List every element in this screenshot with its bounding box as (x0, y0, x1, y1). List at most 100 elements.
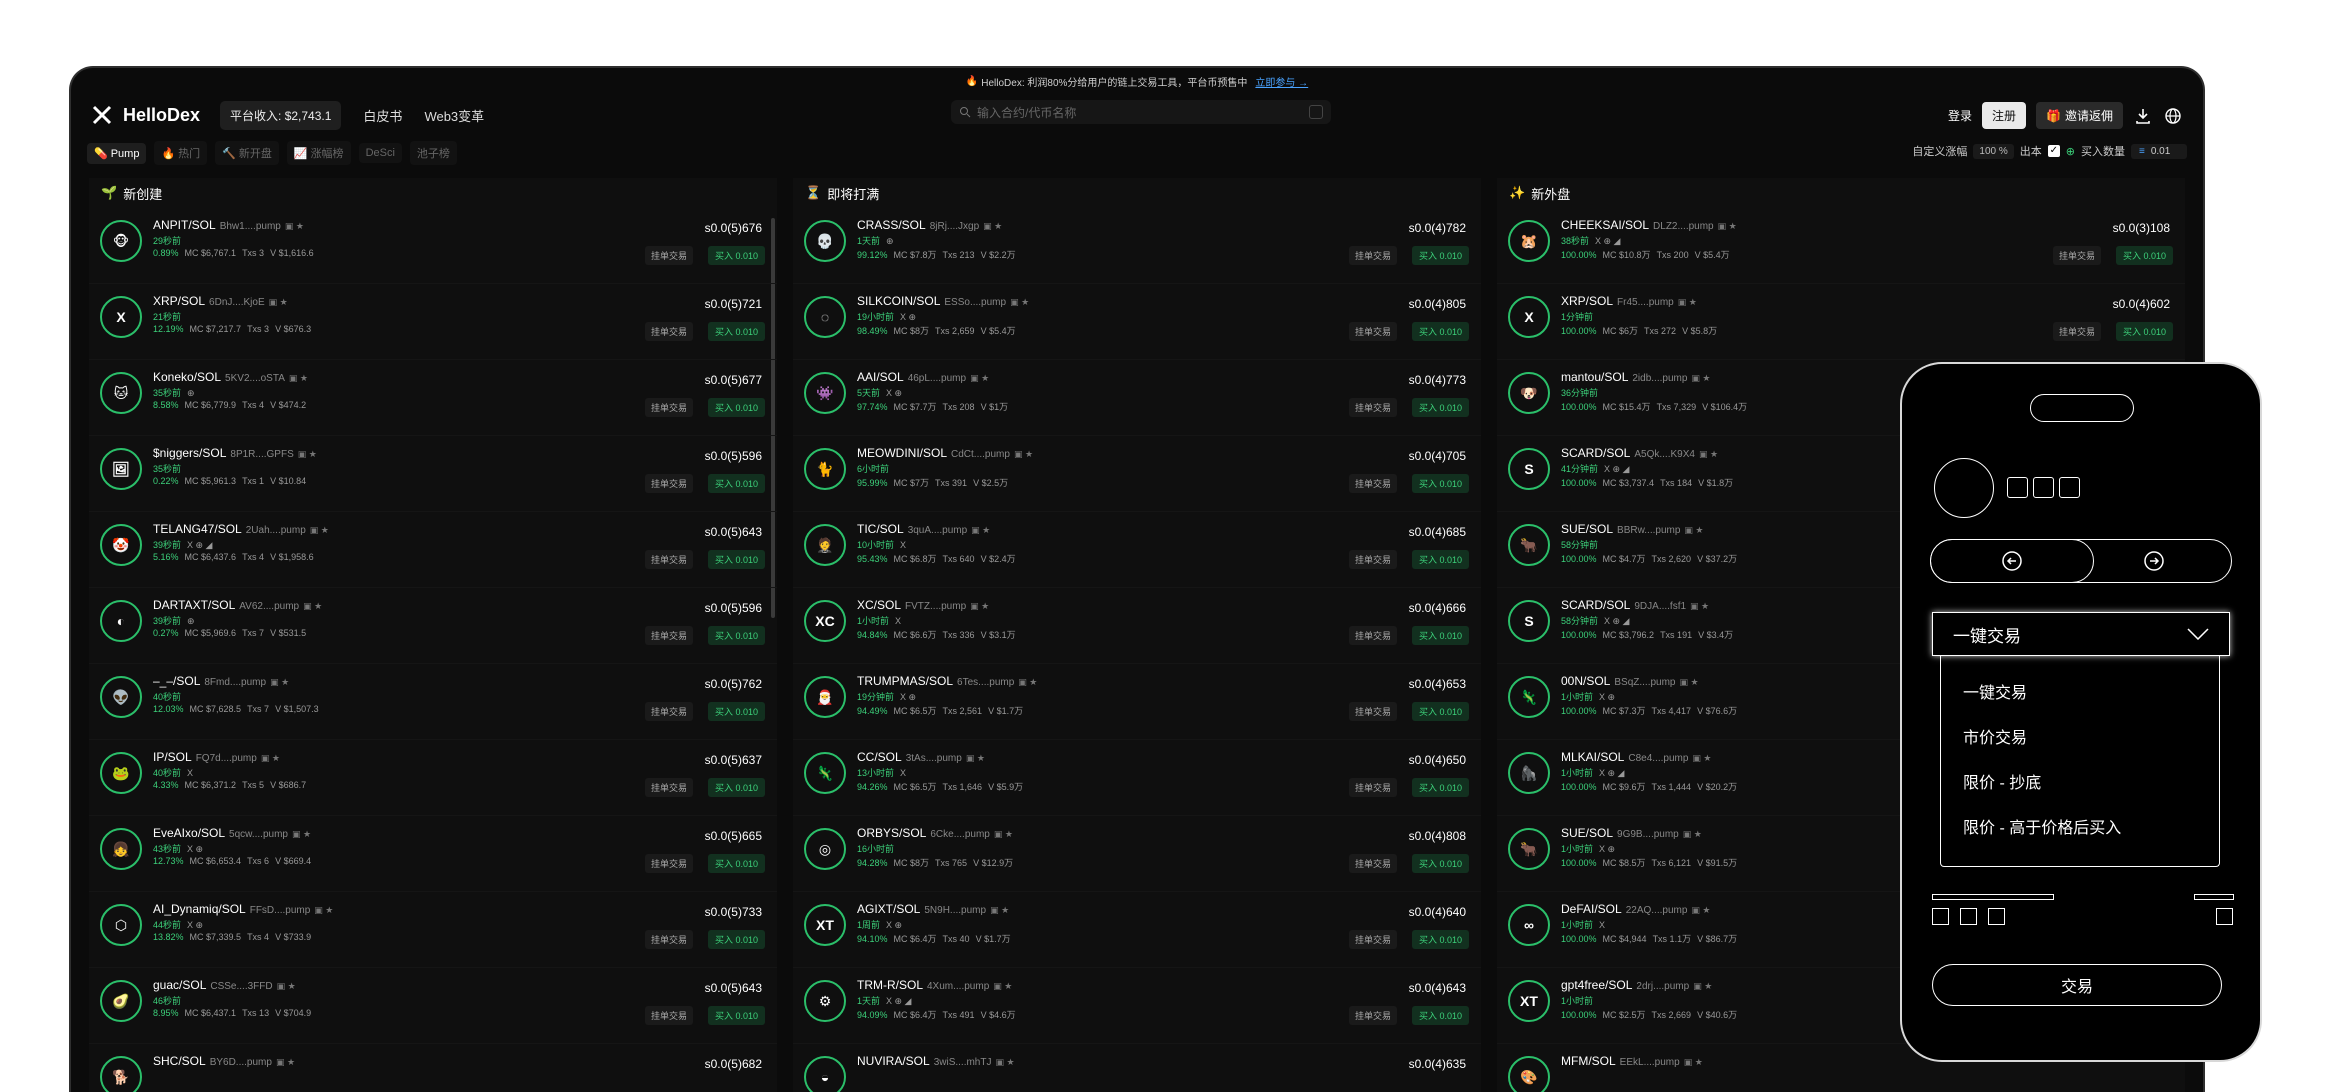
tab-gainers[interactable]: 📈 涨幅榜 (286, 141, 351, 165)
announcement-link[interactable]: 立即参与 → (1255, 74, 1308, 89)
limit-order-button[interactable]: 挂单交易 (1348, 702, 1397, 721)
limit-order-button[interactable]: 挂单交易 (1348, 398, 1397, 417)
copy-star-icons[interactable]: ▣ ★ (1699, 449, 1718, 459)
output-checkbox[interactable]: ✓ (2047, 145, 2060, 157)
copy-star-icons[interactable]: ▣ ★ (1691, 905, 1710, 915)
token-row[interactable]: ◌ SILKCOIN/SOL ESSo....pump ▣ ★ 19小时前 X ⊕ 98.4… (793, 284, 1481, 360)
option-market[interactable]: 市价交易 (1941, 713, 2219, 758)
copy-star-icons[interactable]: ▣ ★ (970, 601, 989, 611)
copy-star-icons[interactable]: ▣ ★ (983, 221, 1002, 231)
social-icons[interactable]: X ⊕ (900, 312, 916, 322)
social-icons[interactable]: X ⊕ (1599, 844, 1615, 854)
copy-star-icons[interactable]: ▣ ★ (310, 525, 329, 535)
register-button[interactable]: 注册 (1982, 102, 2027, 129)
tab-desci[interactable]: DeSci (358, 143, 402, 163)
limit-order-button[interactable]: 挂单交易 (1348, 550, 1397, 569)
option-limit-breakout[interactable]: 限价 - 高于价格后买入 (1941, 803, 2219, 848)
token-row[interactable]: XT AGIXT/SOL 5N9H....pump ▣ ★ 1周前 X ⊕ 94.10% MC… (793, 892, 1481, 968)
download-icon[interactable] (2133, 106, 2153, 126)
copy-star-icons[interactable]: ▣ ★ (270, 677, 289, 687)
limit-order-button[interactable]: 挂单交易 (644, 626, 693, 645)
limit-order-button[interactable]: 挂单交易 (644, 778, 693, 797)
copy-star-icons[interactable]: ▣ ★ (995, 1057, 1014, 1067)
limit-order-button[interactable]: 挂单交易 (644, 702, 693, 721)
tab-pump[interactable]: 💊 Pump (87, 142, 147, 164)
buy-button[interactable]: 买入 0.010 (1411, 778, 1469, 797)
token-row[interactable]: ⚙ TRM-R/SOL 4Xum....pump ▣ ★ 1天前 X ⊕ ◢ 94.09% M… (793, 968, 1481, 1044)
buy-button[interactable]: 买入 0.010 (1411, 702, 1469, 721)
limit-order-button[interactable]: 挂单交易 (1348, 778, 1397, 797)
buy-button[interactable]: 买入 0.010 (707, 398, 765, 417)
buy-button[interactable]: 买入 0.010 (1411, 930, 1469, 949)
social-icons[interactable]: X ⊕ (187, 844, 203, 854)
option-limit-dip[interactable]: 限价 - 抄底 (1941, 758, 2219, 803)
copy-star-icons[interactable]: ▣ ★ (1010, 297, 1029, 307)
custom-change-input[interactable]: 100 % (1973, 143, 2014, 159)
token-row[interactable]: ◎ ORBYS/SOL 6Cke....pump ▣ ★ 16小时前 94.28% MC $… (793, 816, 1481, 892)
token-row[interactable]: ⬡ AI_Dynamiq/SOL FFsD....pump ▣ ★ 44秒前 X ⊕ 13.… (89, 892, 777, 968)
token-row[interactable]: 🐹 CHEEKSAI/SOL DLZ2....pump ▣ ★ 38秒前 X ⊕ ◢ 100… (1497, 208, 2185, 284)
token-row[interactable]: ◒ NUVIRA/SOL 3wiS....mhTJ ▣ ★ s0.0(4)635 (793, 1044, 1481, 1092)
copy-star-icons[interactable]: ▣ ★ (1684, 525, 1703, 535)
tab-pools[interactable]: 池子榜 (409, 141, 457, 165)
token-row[interactable]: 🤡 TELANG47/SOL 2Uah....pump ▣ ★ 39秒前 X ⊕ ◢ 5.1… (89, 512, 777, 588)
limit-order-button[interactable]: 挂单交易 (2052, 322, 2101, 341)
limit-order-button[interactable]: 挂单交易 (644, 1006, 693, 1025)
buy-button[interactable]: 买入 0.010 (1411, 322, 1469, 341)
token-row[interactable]: 🥑 guac/SOL CSSe....3FFD ▣ ★ 46秒前 8.95% MC $6,4… (89, 968, 777, 1044)
limit-order-button[interactable]: 挂单交易 (1348, 930, 1397, 949)
buy-button[interactable]: 买入 0.010 (707, 550, 765, 569)
buy-button[interactable]: 买入 0.010 (707, 778, 765, 797)
social-icons[interactable]: X (187, 768, 193, 778)
buy-button[interactable]: 买入 0.010 (707, 626, 765, 645)
copy-star-icons[interactable]: ▣ ★ (1718, 221, 1737, 231)
token-row[interactable]: ◐ DARTAXT/SOL AV62....pump ▣ ★ 39秒前 ⊕ 0.27% MC … (89, 588, 777, 664)
limit-order-button[interactable]: 挂单交易 (644, 246, 693, 265)
limit-order-button[interactable]: 挂单交易 (644, 550, 693, 569)
social-icons[interactable]: X ⊕ ◢ (1604, 616, 1629, 626)
buy-button[interactable]: 买入 0.010 (1411, 626, 1469, 645)
social-icons[interactable]: ⊕ (187, 616, 195, 626)
brand-logo[interactable]: HelloDex (91, 104, 200, 126)
limit-order-button[interactable]: 挂单交易 (644, 854, 693, 873)
copy-star-icons[interactable]: ▣ ★ (289, 373, 308, 383)
limit-order-button[interactable]: 挂单交易 (644, 398, 693, 417)
copy-star-icons[interactable]: ▣ ★ (314, 905, 333, 915)
back-arrow-icon[interactable] (2000, 549, 2024, 573)
trade-type-select[interactable]: 一键交易 (1932, 612, 2230, 656)
copy-star-icons[interactable]: ▣ ★ (276, 1057, 295, 1067)
buy-button[interactable]: 买入 0.010 (707, 322, 765, 341)
social-icons[interactable]: X ⊕ ◢ (1595, 236, 1620, 246)
copy-star-icons[interactable]: ▣ ★ (966, 753, 985, 763)
trade-button[interactable]: 交易 (1932, 964, 2222, 1006)
option-one-click[interactable]: 一键交易 (1941, 668, 2219, 713)
social-icons[interactable]: X ⊕ ◢ (1604, 464, 1629, 474)
social-icons[interactable]: ⊕ (886, 236, 894, 246)
copy-star-icons[interactable]: ▣ ★ (971, 525, 990, 535)
token-row[interactable]: 🤵 TIC/SOL 3quA....pump ▣ ★ 10小时前 X 95.43% MC $6… (793, 512, 1481, 588)
buy-button[interactable]: 买入 0.010 (707, 702, 765, 721)
limit-order-button[interactable]: 挂单交易 (2052, 246, 2101, 265)
copy-star-icons[interactable]: ▣ ★ (1683, 829, 1702, 839)
social-icons[interactable]: ⊕ (187, 388, 195, 398)
token-row[interactable]: 🖼 $niggers/SOL 8P1R....GPFS ▣ ★ 35秒前 0.22% MC … (89, 436, 777, 512)
buy-button[interactable]: 买入 0.010 (1411, 246, 1469, 265)
buy-qty-input[interactable]: ≡ 0.01 (2131, 143, 2187, 159)
social-icons[interactable]: X (1599, 920, 1605, 930)
token-row[interactable]: XC XC/SOL FVTZ....pump ▣ ★ 1小时前 X 94.84% MC $6.… (793, 588, 1481, 664)
copy-star-icons[interactable]: ▣ ★ (1692, 753, 1711, 763)
limit-order-button[interactable]: 挂单交易 (644, 930, 693, 949)
token-row[interactable]: X XRP/SOL 6DnJ....KjoE ▣ ★ 21秒前 12.19% MC $7,2… (89, 284, 777, 360)
copy-star-icons[interactable]: ▣ ★ (993, 981, 1012, 991)
copy-star-icons[interactable]: ▣ ★ (1678, 297, 1697, 307)
copy-star-icons[interactable]: ▣ ★ (1014, 449, 1033, 459)
copy-star-icons[interactable]: ▣ ★ (292, 829, 311, 839)
buy-button[interactable]: 买入 0.010 (1411, 398, 1469, 417)
limit-order-button[interactable]: 挂单交易 (1348, 1006, 1397, 1025)
copy-star-icons[interactable]: ▣ ★ (303, 601, 322, 611)
limit-order-button[interactable]: 挂单交易 (1348, 246, 1397, 265)
social-icons[interactable]: X (900, 768, 906, 778)
buy-button[interactable]: 买入 0.010 (707, 930, 765, 949)
token-row[interactable]: 🐕 SHC/SOL BY6D....pump ▣ ★ s0.0(5)682 (89, 1044, 777, 1092)
copy-star-icons[interactable]: ▣ ★ (970, 373, 989, 383)
